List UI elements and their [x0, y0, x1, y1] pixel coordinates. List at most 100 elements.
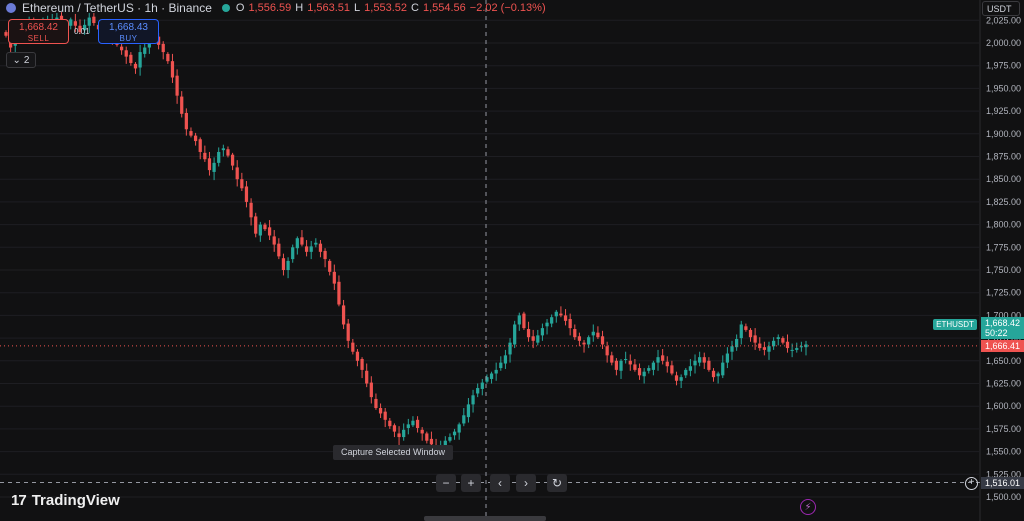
candle-body — [633, 364, 637, 370]
candle-body — [605, 346, 609, 356]
candle-body — [217, 151, 221, 163]
candle-body — [679, 377, 683, 381]
candle-body — [526, 329, 531, 338]
indicators-toggle-button[interactable]: ⌄ 2 — [6, 52, 36, 68]
candle-body — [374, 398, 378, 409]
change-value: −2.02 (−0.13%) — [469, 2, 546, 14]
candle-body — [355, 351, 360, 361]
candle-body — [628, 360, 632, 365]
candle-body — [267, 227, 272, 236]
candle-body — [406, 424, 410, 428]
candle-body — [244, 186, 249, 202]
candle-body — [711, 370, 716, 378]
candle-body — [263, 224, 267, 230]
scroll-right-button[interactable]: › — [516, 474, 536, 492]
candle-body — [314, 242, 318, 245]
candle-body — [522, 313, 526, 329]
candle-body — [674, 375, 679, 381]
sell-button[interactable]: 1,668.42 SELL — [8, 19, 69, 44]
candle-body — [554, 311, 558, 317]
candle-body — [133, 63, 138, 69]
candle-body — [369, 382, 373, 398]
candle-body — [610, 355, 614, 363]
candle-body — [614, 360, 619, 370]
candle-body — [503, 355, 508, 364]
lightning-icon[interactable]: ⚡ — [800, 499, 816, 515]
tradingview-mark-icon: 17 — [11, 492, 27, 509]
currency-label: USDT — [987, 3, 1012, 14]
candle-body — [642, 371, 646, 377]
candle-body — [73, 21, 77, 26]
bar-countdown: 50:22 — [985, 328, 1008, 338]
y-tick-label: 1,775.00 — [986, 242, 1021, 252]
candle-body — [545, 322, 549, 327]
y-tick-label: 1,625.00 — [986, 379, 1021, 389]
candle-body — [688, 366, 693, 371]
candle-body — [568, 319, 572, 329]
candle-body — [480, 382, 484, 389]
symbol-title[interactable]: Ethereum / TetherUS · 1h · Binance — [22, 1, 212, 15]
candle-body — [332, 271, 336, 284]
spread-value: 0.01 — [74, 27, 90, 36]
candle-body — [286, 260, 290, 270]
candle-body — [281, 258, 286, 270]
candle-body — [240, 179, 244, 189]
candle-body — [402, 429, 406, 438]
high-label: H — [295, 2, 304, 14]
y-tick-label: 1,975.00 — [986, 61, 1021, 71]
y-tick-label: 1,725.00 — [986, 288, 1021, 298]
reset-chart-button[interactable]: ↻ — [547, 474, 567, 492]
zoom-in-button[interactable]: + — [461, 474, 481, 492]
candle-body — [411, 420, 415, 426]
y-tick-label: 1,550.00 — [986, 447, 1021, 457]
y-tick-label: 2,025.00 — [986, 15, 1021, 25]
price-chart[interactable]: 1,500.001,525.001,550.001,575.001,600.00… — [0, 0, 1024, 521]
candle-body — [591, 331, 595, 336]
scroll-left-button[interactable]: ‹ — [490, 474, 510, 492]
brand-name: TradingView — [31, 492, 120, 509]
capture-tooltip: Capture Selected Window — [333, 445, 454, 460]
candle-body — [203, 152, 207, 160]
candle-body — [790, 349, 794, 351]
ohlc-values: O 1,556.59 H 1,563.51 L 1,553.52 C 1,554.56 … — [236, 2, 546, 14]
sell-price: 1,668.42 — [19, 22, 58, 33]
candle-body — [457, 424, 461, 433]
market-status-icon — [221, 4, 230, 12]
candle-body — [291, 247, 295, 260]
close-label: C — [411, 2, 419, 14]
candle-body — [721, 362, 725, 376]
candle-body — [716, 373, 720, 377]
add-alert-icon[interactable]: + — [965, 477, 978, 490]
candle-body — [647, 368, 651, 371]
y-tick-label: 1,925.00 — [986, 106, 1021, 116]
candle-body — [249, 202, 253, 218]
candle-body — [415, 419, 420, 428]
buy-button[interactable]: 1,668.43 BUY — [98, 19, 159, 44]
indicators-count: 2 — [23, 54, 30, 66]
candle-body — [767, 346, 771, 352]
current-price-badge: 1,668.42 50:22 — [981, 317, 1024, 339]
candle-body — [378, 408, 383, 414]
candle-body — [466, 404, 471, 418]
zoom-out-button[interactable]: − — [436, 474, 456, 492]
candle-body — [420, 429, 424, 434]
candle-body — [684, 369, 688, 376]
candle-body — [170, 61, 175, 78]
candle-body — [785, 341, 790, 349]
candle-body — [193, 135, 198, 142]
candle-body — [337, 281, 341, 305]
open-label: O — [235, 2, 245, 14]
candle-body — [462, 415, 466, 424]
candle-body — [499, 362, 503, 369]
candle-body — [753, 335, 757, 343]
candle-body — [781, 338, 785, 343]
currency-selector[interactable]: USDT — [982, 1, 1020, 16]
candle-body — [304, 246, 309, 252]
last-price-badge: 1,666.41 — [981, 340, 1024, 352]
time-scrollbar[interactable] — [424, 516, 546, 521]
candle-body — [388, 420, 392, 427]
candle-body — [661, 355, 665, 361]
close-value: 1,554.56 — [422, 2, 466, 14]
candle-body — [92, 16, 96, 24]
tradingview-logo[interactable]: 17 TradingView — [11, 492, 120, 509]
